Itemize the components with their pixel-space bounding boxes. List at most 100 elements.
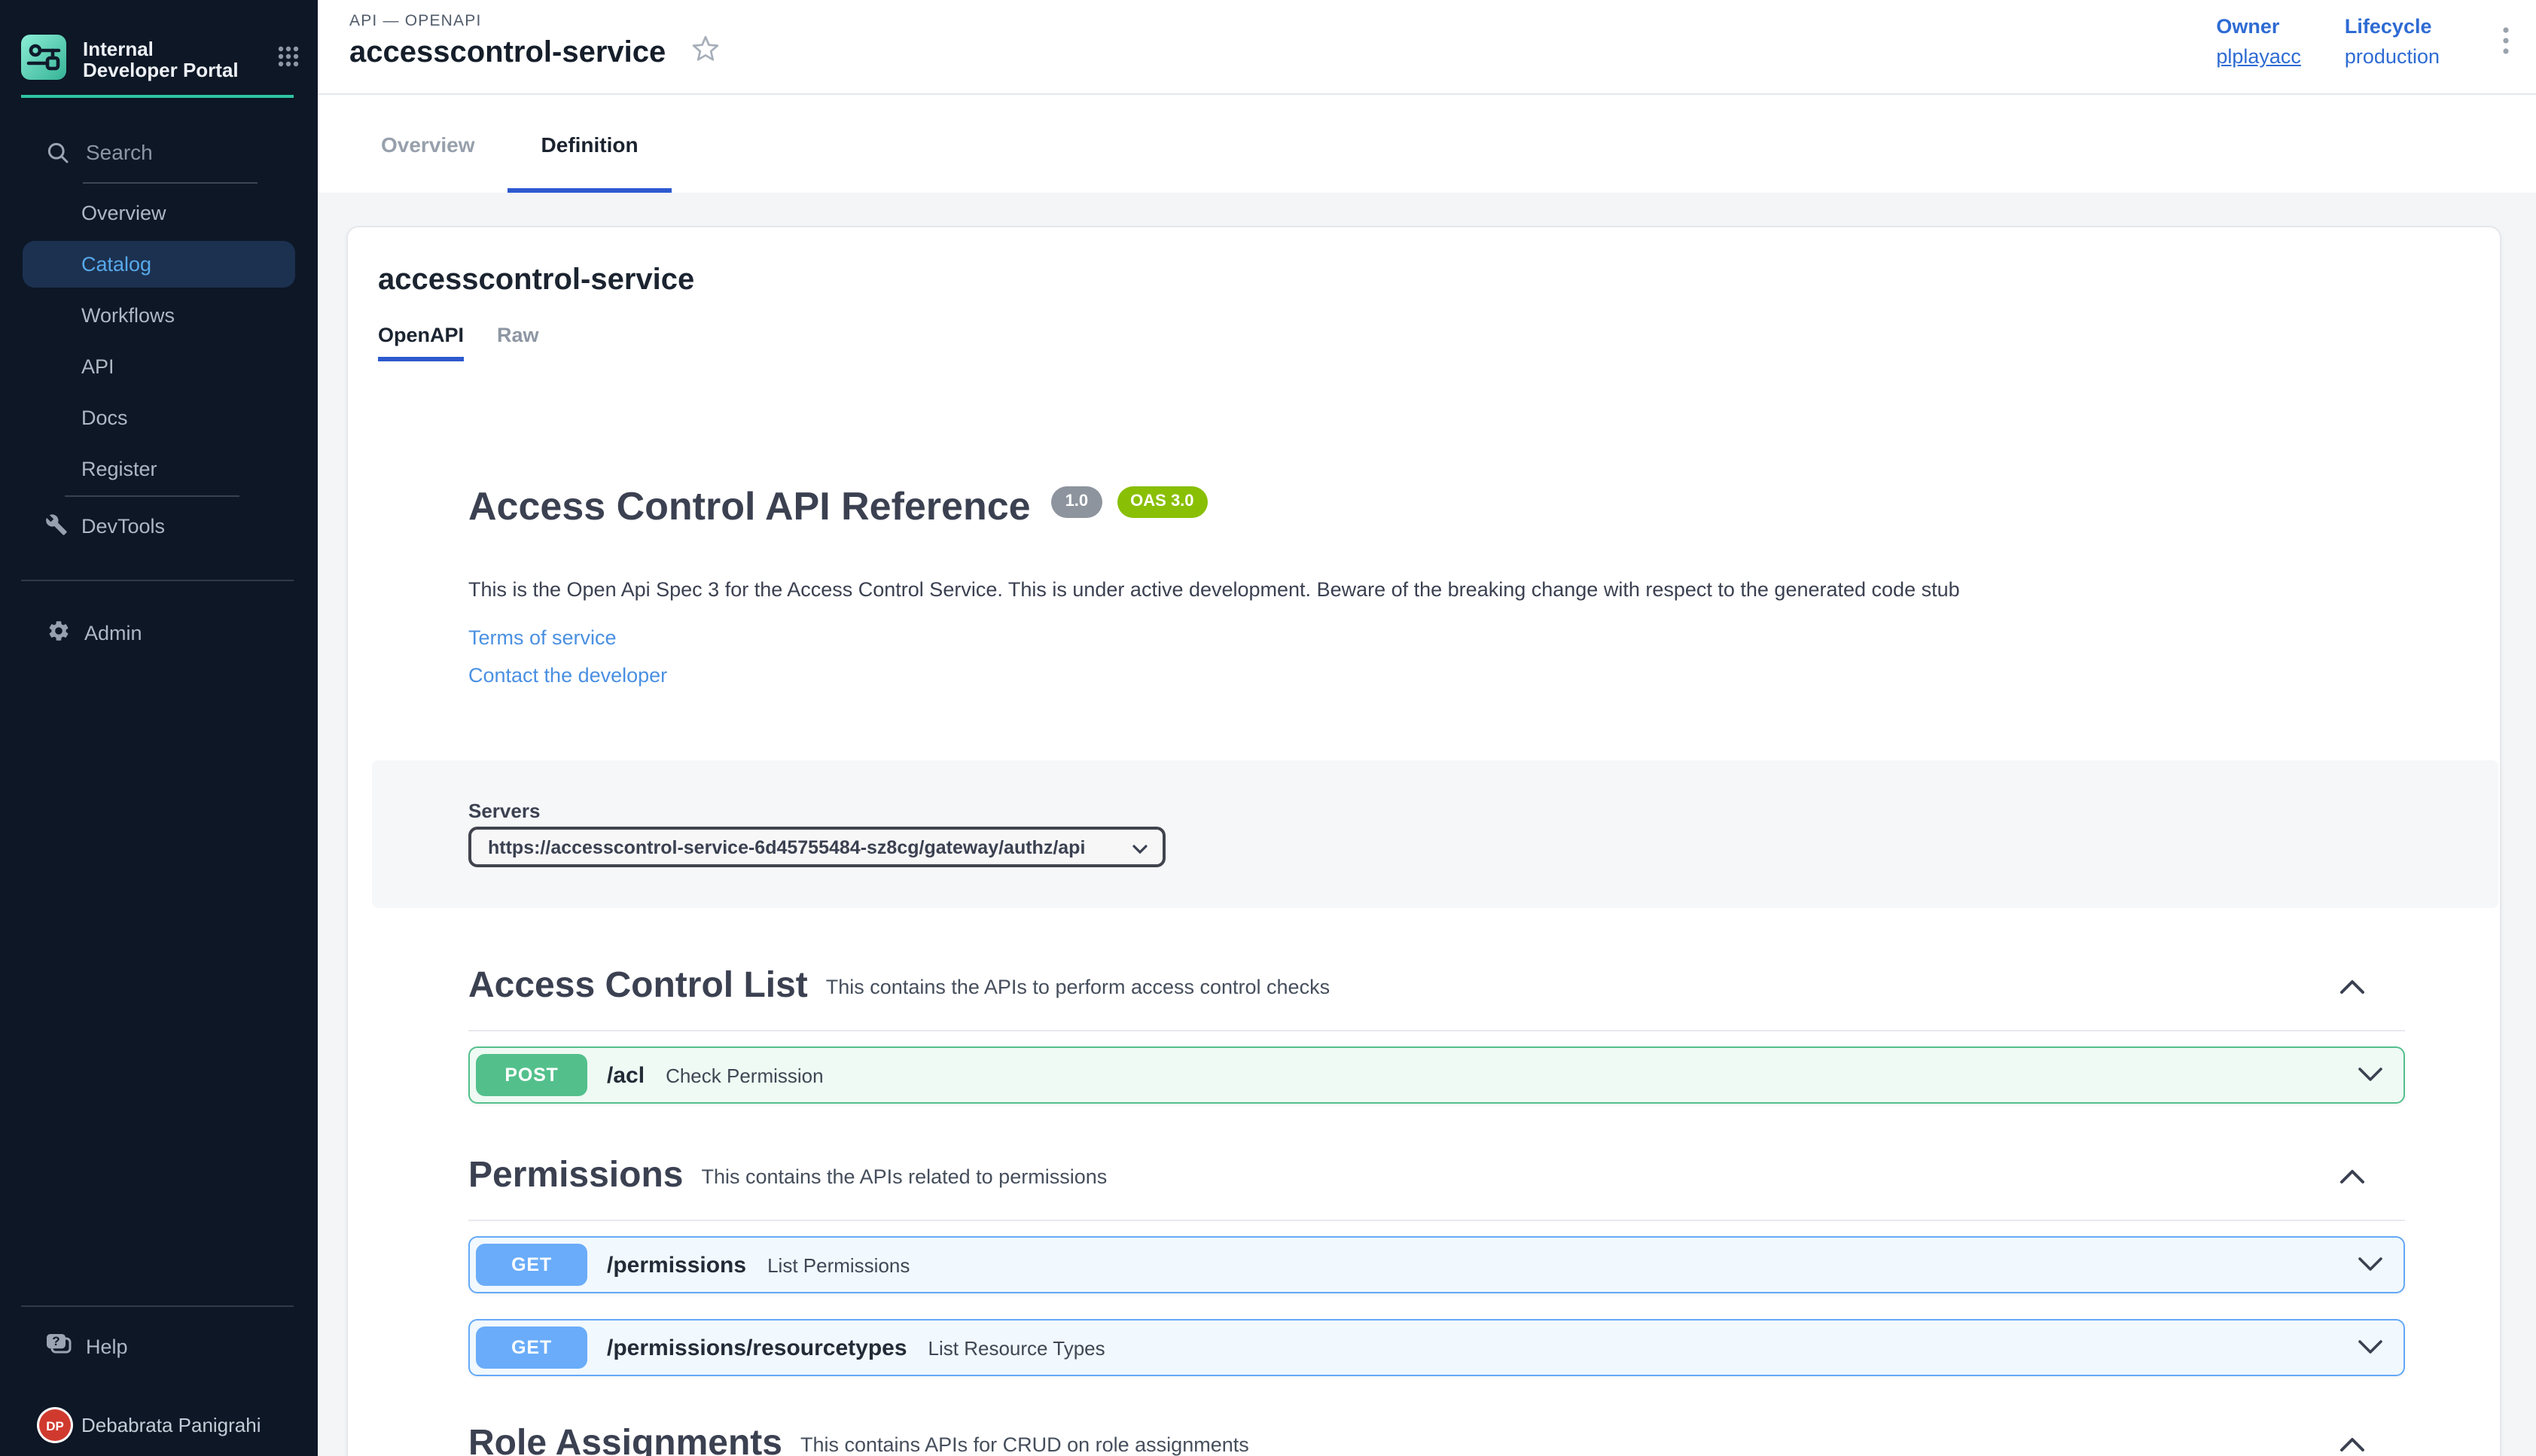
main-area: API — OPENAPI accesscontrol-service Owne… (318, 0, 2536, 1456)
collapse-section-icon[interactable] (2339, 978, 2366, 995)
api-info: Access Control API Reference 1.0 OAS 3.0 (468, 486, 2500, 525)
brand-accent-rule (21, 95, 294, 98)
section-divider (468, 1220, 2405, 1221)
gear-icon (47, 619, 71, 647)
definition-format-tabs: OpenAPI Raw (378, 324, 2500, 361)
owner-block: Owner plplayacc (2216, 15, 2301, 68)
operation-summary: Check Permission (666, 1064, 824, 1086)
api-description: This is the Open Api Spec 3 for the Acce… (468, 578, 2379, 601)
operation-path: /permissions/resourcetypes (607, 1335, 907, 1360)
content-area: accesscontrol-service OpenAPI Raw Access… (318, 193, 2536, 1456)
sidebar-bottom: ? Help DP Debabrata Panigrahi (0, 1305, 318, 1456)
brand-title: Internal Developer Portal (83, 35, 239, 81)
search-input[interactable] (83, 139, 258, 166)
version-badge: 1.0 (1052, 486, 1102, 518)
sidebar-divider (65, 495, 239, 497)
sidebar-search (0, 142, 318, 184)
section-permissions: Permissions This contains the APIs relat… (468, 1155, 2405, 1376)
sidebar-nav: Overview Catalog Workflows API Docs Regi… (0, 190, 318, 492)
section-description: This contains the APIs to perform access… (826, 975, 1330, 998)
method-badge: GET (476, 1327, 587, 1369)
search-icon (47, 142, 69, 172)
sidebar-item-catalog[interactable]: Catalog (23, 241, 295, 288)
definition-card: accesscontrol-service OpenAPI Raw Access… (346, 226, 2501, 1456)
tab-definition[interactable]: Definition (508, 95, 672, 193)
servers-label: Servers (468, 800, 2498, 822)
card-title: accesscontrol-service (378, 263, 2500, 298)
swagger-ui: Access Control API Reference 1.0 OAS 3.0… (348, 486, 2500, 1456)
page-title: accesscontrol-service (349, 35, 666, 70)
terms-of-service-link[interactable]: Terms of service (468, 626, 2500, 649)
collapse-section-icon[interactable] (2339, 1436, 2366, 1452)
operation-get-permissions[interactable]: GET /permissions List Permissions (468, 1236, 2405, 1293)
operation-path: /acl (607, 1062, 645, 1088)
page-header: API — OPENAPI accesscontrol-service Owne… (318, 0, 2536, 95)
sidebar-item-register[interactable]: Register (0, 446, 318, 492)
method-badge: POST (476, 1054, 587, 1096)
collapse-section-icon[interactable] (2339, 1168, 2366, 1184)
sidebar-item-help[interactable]: ? Help (0, 1323, 318, 1370)
section-title: Permissions (468, 1155, 683, 1197)
owner-link[interactable]: plplayacc (2216, 45, 2301, 68)
sidebar-item-workflows[interactable]: Workflows (0, 292, 318, 339)
oas-badge: OAS 3.0 (1117, 486, 1207, 518)
section-title: Role Assignments (468, 1423, 782, 1456)
user-name: Debabrata Panigrahi (81, 1414, 261, 1436)
sidebar-item-label: Help (86, 1336, 128, 1358)
header-left: API — OPENAPI accesscontrol-service (349, 0, 720, 93)
sidebar-item-admin[interactable]: Admin (0, 610, 318, 656)
section-divider (468, 1030, 2405, 1031)
sidebar-divider (21, 1305, 294, 1307)
svg-text:?: ? (52, 1334, 59, 1348)
tab-raw[interactable]: Raw (497, 324, 539, 361)
sidebar-item-api[interactable]: API (0, 343, 318, 390)
entity-tab-bar: Overview Definition (318, 95, 2536, 193)
operation-get-permissions-resourcetypes[interactable]: GET /permissions/resourcetypes List Reso… (468, 1319, 2405, 1376)
star-icon[interactable] (691, 35, 720, 71)
lifecycle-block: Lifecycle production (2345, 15, 2440, 68)
servers-select[interactable]: https://accesscontrol-service-6d45755484… (468, 827, 1166, 867)
section-description: This contains APIs for CRUD on role assi… (800, 1433, 1249, 1455)
section-access-control-list: Access Control List This contains the AP… (468, 965, 2405, 1104)
expand-operation-icon[interactable] (2358, 1068, 2382, 1083)
servers-panel: Servers https://accesscontrol-service-6d… (372, 760, 2498, 908)
wrench-icon (45, 513, 68, 540)
more-options-icon[interactable] (2494, 18, 2518, 71)
app-grid-icon[interactable] (277, 45, 300, 81)
avatar: DP (39, 1409, 71, 1441)
operation-summary: List Resource Types (928, 1336, 1105, 1359)
operation-path: /permissions (607, 1252, 746, 1278)
expand-operation-icon[interactable] (2358, 1257, 2382, 1272)
operation-post-acl[interactable]: POST /acl Check Permission (468, 1046, 2405, 1104)
servers-selected-url: https://accesscontrol-service-6d45755484… (488, 836, 1085, 857)
section-description: This contains the APIs related to permis… (701, 1165, 1107, 1187)
sidebar-item-label: DevTools (81, 515, 165, 538)
sidebar-item-devtools[interactable]: DevTools (0, 503, 318, 550)
chevron-down-icon (1132, 836, 1148, 857)
owner-label: Owner (2216, 15, 2301, 38)
lifecycle-label: Lifecycle (2345, 15, 2440, 38)
brand: Internal Developer Portal (0, 0, 318, 81)
api-title: Access Control API Reference (468, 486, 1031, 525)
header-meta: Owner plplayacc Lifecycle production (2216, 0, 2518, 93)
tab-openapi[interactable]: OpenAPI (378, 324, 464, 361)
help-chat-icon: ? (45, 1333, 72, 1361)
section-role-assignments: Role Assignments This contains APIs for … (468, 1423, 2405, 1456)
portal-logo-icon (21, 35, 66, 80)
method-badge: GET (476, 1244, 587, 1286)
expand-operation-icon[interactable] (2358, 1340, 2382, 1355)
section-title: Access Control List (468, 965, 808, 1007)
sidebar-item-label: Admin (84, 622, 142, 644)
sidebar: Internal Developer Portal Overview (0, 0, 318, 1456)
contact-developer-link[interactable]: Contact the developer (468, 664, 2500, 687)
sidebar-divider (21, 580, 294, 581)
sidebar-item-docs[interactable]: Docs (0, 394, 318, 441)
tab-overview[interactable]: Overview (348, 95, 508, 193)
operation-summary: List Permissions (767, 1253, 910, 1276)
breadcrumb: API — OPENAPI (349, 12, 720, 30)
sidebar-item-overview[interactable]: Overview (0, 190, 318, 236)
lifecycle-value: production (2345, 45, 2440, 68)
user-menu[interactable]: DP Debabrata Panigrahi (0, 1394, 318, 1456)
api-sections: Access Control List This contains the AP… (468, 965, 2405, 1456)
app-window: Internal Developer Portal Overview (0, 0, 2536, 1456)
